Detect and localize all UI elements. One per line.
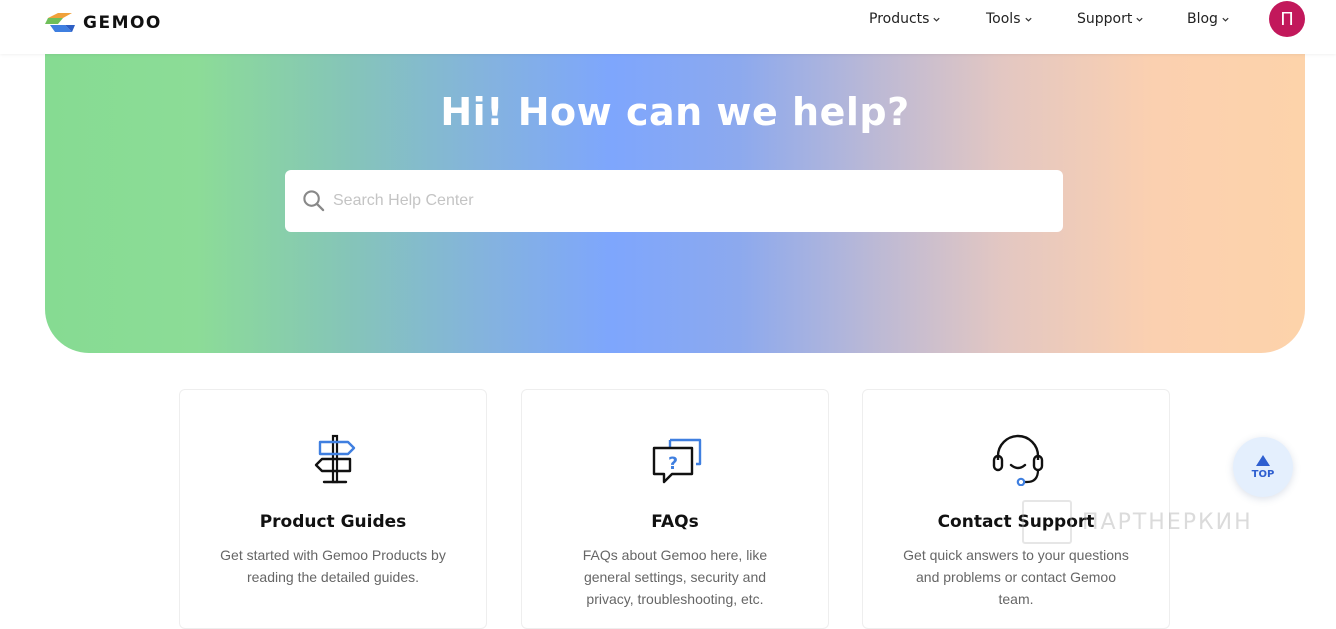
nav-blog[interactable]: Blog bbox=[1187, 9, 1230, 29]
chevron-down-icon bbox=[1136, 17, 1143, 22]
nav-blog-label: Blog bbox=[1187, 11, 1218, 27]
chevron-down-icon bbox=[933, 17, 941, 22]
headset-icon bbox=[992, 434, 1044, 486]
card-product-guides[interactable]: Product Guides Get started with Gemoo Pr… bbox=[179, 389, 487, 629]
user-avatar[interactable]: П bbox=[1269, 1, 1305, 37]
back-to-top-button[interactable]: TOP bbox=[1233, 437, 1293, 497]
search-input[interactable] bbox=[333, 170, 1043, 232]
gemoo-logo-icon bbox=[45, 13, 75, 32]
nav-products[interactable]: Products bbox=[869, 9, 941, 29]
logo-wordmark: GEMOO bbox=[83, 13, 162, 33]
nav-products-label: Products bbox=[869, 11, 930, 27]
card-description: FAQs about Gemoo here, like general sett… bbox=[582, 547, 768, 607]
gemoo-logo[interactable]: GEMOO bbox=[45, 10, 162, 36]
back-to-top-label: TOP bbox=[1251, 468, 1275, 480]
watermark-logo-icon bbox=[1022, 500, 1072, 544]
nav-tools[interactable]: Tools bbox=[986, 9, 1033, 29]
arrow-up-icon bbox=[1256, 454, 1270, 466]
svg-text:?: ? bbox=[668, 454, 678, 474]
card-faqs[interactable]: ? FAQs FAQs about Gemoo here, like gener… bbox=[521, 389, 829, 629]
faq-chat-icon: ? bbox=[652, 438, 702, 484]
card-title: Product Guides bbox=[259, 512, 407, 532]
card-description: Get quick answers to your questions and … bbox=[903, 547, 1129, 607]
chevron-down-icon bbox=[1222, 17, 1229, 22]
signpost-icon bbox=[314, 434, 356, 484]
hero-title: Hi! How can we help? bbox=[440, 90, 910, 134]
nav-support[interactable]: Support bbox=[1077, 9, 1144, 29]
nav-tools-label: Tools bbox=[986, 11, 1021, 27]
help-hero-banner: Hi! How can we help? bbox=[45, 40, 1305, 353]
search-icon[interactable] bbox=[302, 189, 325, 212]
search-bar bbox=[285, 170, 1063, 232]
watermark: ПАРТНЕРКИН bbox=[1022, 500, 1253, 544]
nav-support-label: Support bbox=[1077, 11, 1133, 27]
card-title: FAQs bbox=[651, 512, 699, 532]
watermark-text: ПАРТНЕРКИН bbox=[1082, 509, 1253, 535]
top-navigation-bar: GEMOO Products Tools Support Blog П bbox=[0, 0, 1336, 54]
card-description: Get started with Gemoo Products by readi… bbox=[220, 547, 446, 585]
chevron-down-icon bbox=[1024, 17, 1032, 22]
